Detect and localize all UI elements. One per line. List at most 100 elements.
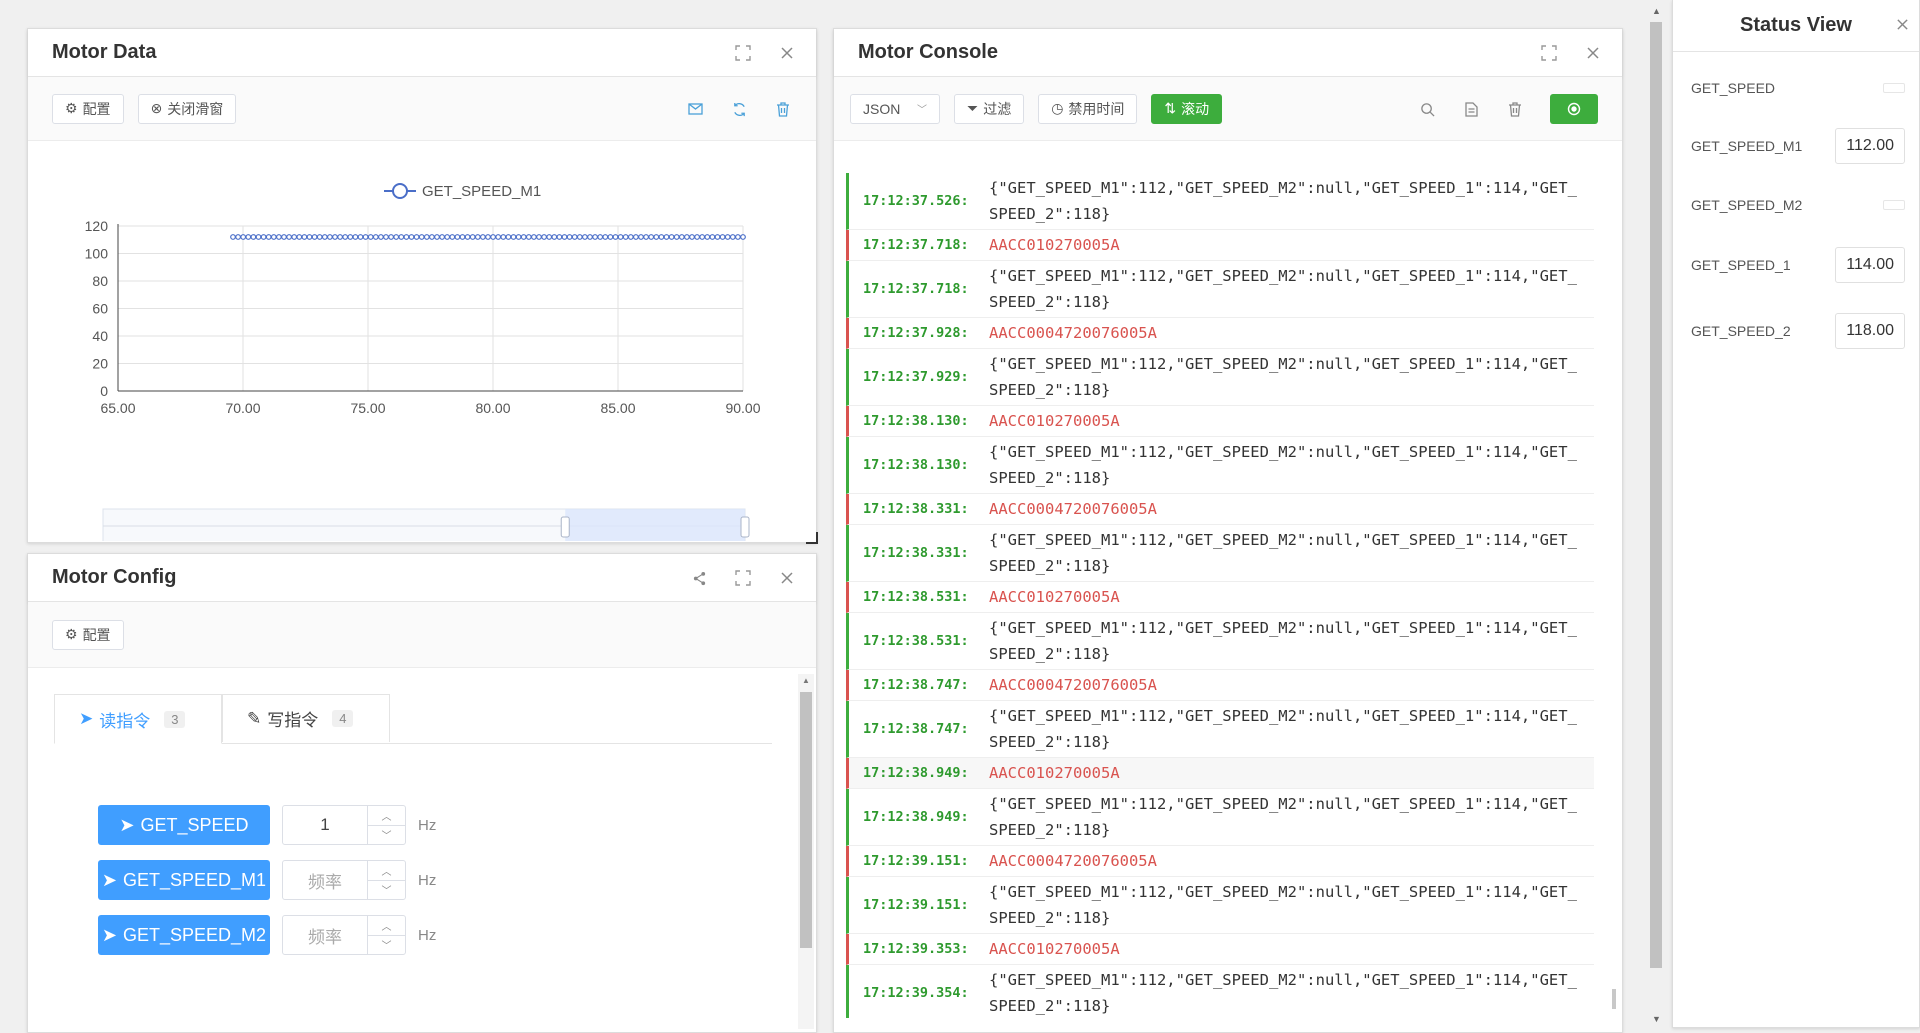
- data-point: [668, 234, 675, 240]
- data-point: [510, 234, 517, 240]
- log-timestamp: 17:12:37.718:: [863, 237, 969, 253]
- chevron-up-icon[interactable]: ︿: [368, 861, 405, 881]
- scroll-button[interactable]: ⇅ 滚动: [1151, 93, 1223, 124]
- mail-icon[interactable]: [686, 100, 704, 118]
- data-point: [663, 234, 670, 240]
- frequency-stepper[interactable]: 1 ︿ ﹀: [282, 805, 406, 845]
- y-tick-label: 0: [100, 383, 108, 399]
- stepper-value[interactable]: 1: [283, 806, 367, 844]
- config-button[interactable]: ⚙ 配置: [52, 93, 124, 124]
- tab-label: 读指令: [99, 711, 151, 731]
- data-point: [658, 234, 665, 240]
- stepper-placeholder[interactable]: 频率: [283, 861, 367, 899]
- data-point: [444, 234, 451, 240]
- status-value: 112.00: [1835, 128, 1905, 164]
- data-point: [719, 234, 726, 240]
- scrollbar-thumb[interactable]: [1650, 22, 1662, 968]
- data-point: [714, 234, 721, 240]
- console-scrollbar[interactable]: [1610, 989, 1618, 1019]
- x-tick-label: 85.00: [600, 400, 635, 416]
- filter-button[interactable]: ⏷ 过滤: [954, 93, 1025, 124]
- frequency-stepper[interactable]: 频率 ︿ ﹀: [282, 860, 406, 900]
- trash-icon[interactable]: [1506, 100, 1524, 118]
- motor-data-header: Motor Data: [28, 29, 816, 77]
- log-entry: 17:12:38.331: AACC0004720076005A: [846, 494, 1594, 525]
- close-slider-button[interactable]: ⊗ 关闭滑窗: [137, 93, 237, 124]
- data-point: [245, 234, 252, 240]
- refresh-icon[interactable]: [730, 100, 748, 118]
- data-point: [281, 234, 287, 240]
- motor-console-panel: Motor Console JSON ﹀ ⏷ 过滤 ◷ 禁用时间 ⇅ 滚动 17…: [833, 28, 1623, 1033]
- resize-handle[interactable]: [806, 532, 818, 544]
- zoom-slider-handle[interactable]: [740, 516, 750, 538]
- stepper-placeholder[interactable]: 频率: [283, 916, 367, 954]
- data-point: [699, 234, 706, 240]
- scrollbar-thumb[interactable]: [800, 692, 812, 948]
- chevron-down-icon[interactable]: ﹀: [368, 936, 405, 955]
- page-scrollbar[interactable]: ▲ ▼: [1645, 0, 1667, 1028]
- close-icon[interactable]: [778, 569, 796, 587]
- config-button[interactable]: ⚙ 配置: [52, 619, 124, 650]
- y-tick-label: 100: [85, 246, 109, 262]
- data-point: [612, 234, 619, 240]
- speed-chart[interactable]: 0 20 40 60 80 100 120 65.00 70.00 75.00 80.00 85.00…: [28, 141, 816, 541]
- data-point: [449, 234, 456, 240]
- log-message: {"GET_SPEED_M1":112,"GET_SPEED_M2":null,…: [989, 971, 1577, 1015]
- chevron-up-icon[interactable]: ︿: [368, 806, 405, 826]
- status-value: 114.00: [1835, 247, 1905, 283]
- data-point: [286, 234, 293, 240]
- status-row-get-speed-1: GET_SPEED_1 114.00: [1673, 247, 1919, 283]
- disable-time-label: 禁用时间: [1068, 100, 1125, 117]
- record-button[interactable]: [1550, 94, 1598, 124]
- zoom-slider-handle[interactable]: [560, 516, 570, 538]
- fullscreen-icon[interactable]: [734, 44, 752, 62]
- trash-icon[interactable]: [774, 100, 792, 118]
- chevron-down-icon[interactable]: ﹀: [368, 826, 405, 845]
- disable-time-button[interactable]: ◷ 禁用时间: [1038, 93, 1138, 124]
- data-point: [678, 234, 685, 240]
- chevron-up-icon[interactable]: ︿: [368, 916, 405, 936]
- motor-config-header: Motor Config: [28, 554, 816, 602]
- x-tick-label: 70.00: [225, 400, 260, 416]
- log-entry: 17:12:39.353: AACC010270005A: [846, 934, 1594, 965]
- tab-read-commands[interactable]: ➤ 读指令 3: [54, 694, 222, 744]
- search-icon[interactable]: [1418, 100, 1436, 118]
- data-point: [673, 234, 680, 240]
- data-point: [469, 234, 476, 240]
- log-message: {"GET_SPEED_M1":112,"GET_SPEED_M2":null,…: [989, 619, 1577, 663]
- data-point: [230, 234, 236, 240]
- send-icon: ➤: [79, 709, 94, 728]
- data-point: [321, 234, 328, 240]
- get-speed-m2-button[interactable]: ➤ GET_SPEED_M2: [98, 915, 270, 955]
- console-log-list[interactable]: 17:12:37.526: {"GET_SPEED_M1":112,"GET_SP…: [846, 173, 1594, 1018]
- get-speed-m1-button[interactable]: ➤ GET_SPEED_M1: [98, 860, 270, 900]
- close-icon[interactable]: [778, 44, 796, 62]
- data-point: [418, 234, 425, 240]
- chevron-down-icon[interactable]: ﹀: [368, 881, 405, 900]
- data-point: [505, 234, 512, 240]
- document-icon[interactable]: [1462, 100, 1480, 118]
- log-timestamp: 17:12:37.526:: [863, 193, 969, 209]
- log-entry: 17:12:39.151: AACC0004720076005A: [846, 846, 1594, 877]
- close-icon[interactable]: [1584, 44, 1602, 62]
- get-speed-button[interactable]: ➤ GET_SPEED: [98, 805, 270, 845]
- frequency-stepper[interactable]: 频率 ︿ ﹀: [282, 915, 406, 955]
- x-tick-label: 75.00: [350, 400, 385, 416]
- close-icon[interactable]: [1896, 18, 1909, 36]
- send-icon: ➤: [101, 924, 118, 945]
- fullscreen-icon[interactable]: [734, 569, 752, 587]
- data-point: [633, 234, 639, 240]
- log-entry: 17:12:38.747: AACC0004720076005A: [846, 670, 1594, 701]
- legend-marker: [392, 183, 408, 199]
- log-timestamp: 17:12:37.929:: [863, 369, 969, 385]
- share-icon[interactable]: [690, 569, 708, 587]
- fullscreen-icon[interactable]: [1540, 44, 1558, 62]
- tab-count-badge: 3: [164, 710, 186, 728]
- tab-write-commands[interactable]: ✎ 写指令 4: [222, 694, 390, 742]
- log-message: AACC0004720076005A: [989, 324, 1157, 342]
- data-point: [332, 234, 338, 240]
- config-scrollbar[interactable]: ▲: [798, 674, 814, 1029]
- format-select[interactable]: JSON ﹀: [850, 93, 940, 124]
- motor-data-toolbar: ⚙ 配置 ⊗ 关闭滑窗: [28, 77, 816, 141]
- data-point: [480, 234, 486, 240]
